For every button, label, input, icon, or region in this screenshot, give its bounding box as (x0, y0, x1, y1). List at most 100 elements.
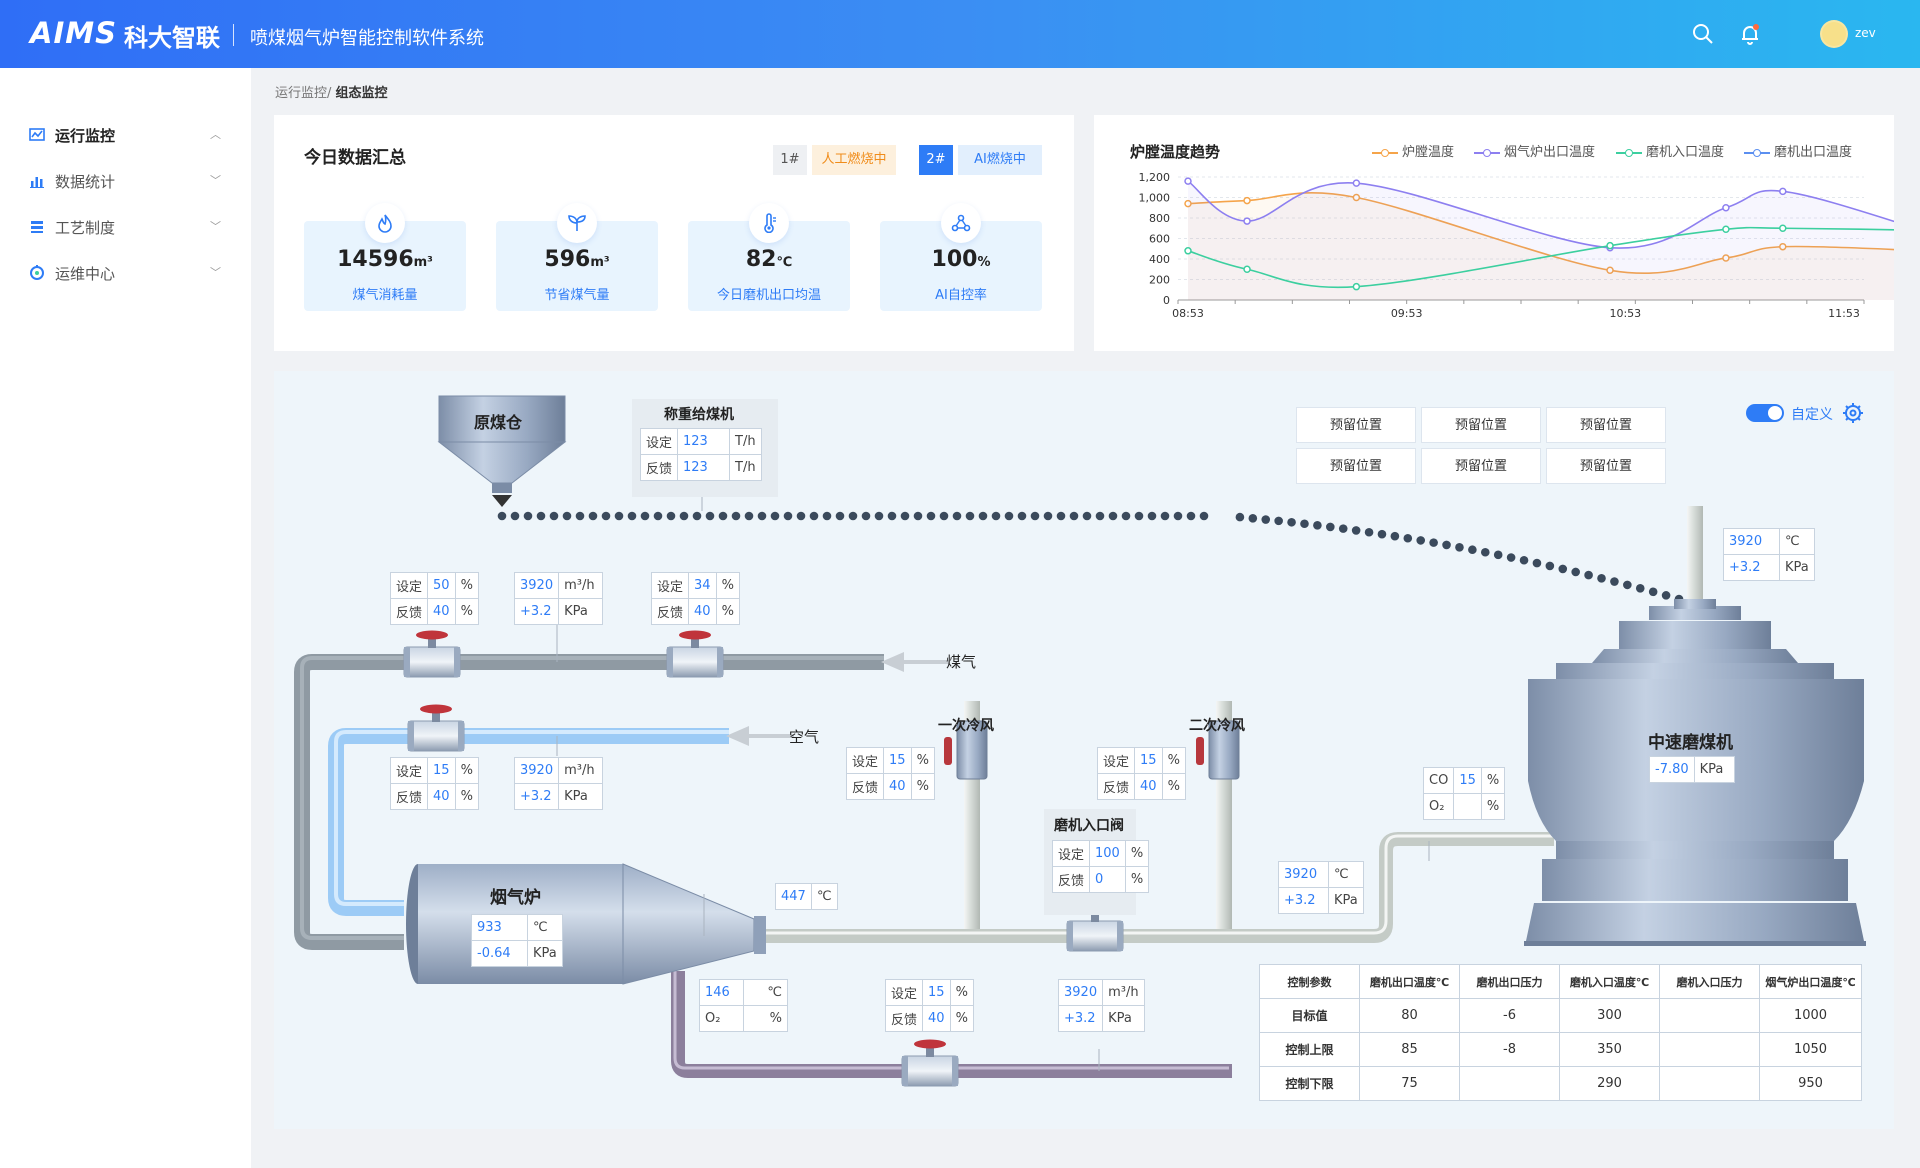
reserved-slot[interactable]: 预留位置 (1296, 407, 1416, 443)
co-value: 15 (1453, 767, 1482, 794)
data-point[interactable] (1184, 247, 1192, 255)
gas-label: 煤气 (946, 653, 977, 671)
set-label: 设定 (389, 572, 429, 599)
data-point[interactable] (1722, 204, 1730, 212)
unit: % (454, 572, 479, 599)
coal-particle (1338, 524, 1348, 533)
reserved-slot[interactable]: 预留位置 (1421, 448, 1541, 484)
raw-coal-bin-label: 原煤仓 (474, 413, 523, 432)
sidebar-item-maintenance[interactable]: 运维中心 ﹀ (0, 250, 251, 296)
reserved-slot[interactable]: 预留位置 (1421, 407, 1541, 443)
reserved-slot[interactable]: 预留位置 (1296, 448, 1416, 484)
reserved-slot[interactable]: 预留位置 (1546, 407, 1666, 443)
x-tick-label: 10:53 (1609, 307, 1641, 320)
table-cell[interactable]: 300 (1559, 998, 1660, 1033)
table-cell[interactable] (1659, 998, 1760, 1033)
furnace-2-tag[interactable]: 2# (919, 145, 953, 175)
gas-valve-2[interactable] (666, 630, 724, 678)
table-cell[interactable]: -6 (1459, 998, 1560, 1033)
furnace-1-tag[interactable]: 1# (773, 145, 807, 175)
unit: KPa (1328, 887, 1364, 914)
table-cell[interactable]: 75 (1359, 1066, 1460, 1101)
coal-particle (1364, 527, 1374, 537)
stat-value: 596 (544, 247, 591, 272)
stat-gas-saved: 596m³ 节省煤气量 (496, 203, 658, 311)
temp-value: 3920 (1723, 528, 1780, 555)
set-value[interactable]: 123 (677, 428, 731, 455)
set-value[interactable]: 100 (1089, 840, 1126, 867)
table-cell[interactable] (1459, 1066, 1560, 1101)
brand-name: 科大智联 (124, 24, 220, 52)
search-icon[interactable] (1691, 22, 1715, 46)
reserved-slot[interactable]: 预留位置 (1546, 448, 1666, 484)
coal-particle (705, 511, 715, 521)
unit: ℃ (743, 979, 788, 1006)
set-value[interactable]: 15 (1134, 747, 1163, 774)
bell-icon[interactable] (1738, 22, 1762, 46)
table-cell[interactable] (1659, 1032, 1760, 1067)
table-cell[interactable]: 950 (1759, 1066, 1862, 1101)
set-value[interactable]: 34 (688, 572, 717, 599)
coal-particle (627, 511, 637, 521)
table-cell[interactable]: 85 (1359, 1032, 1460, 1067)
data-point[interactable] (1606, 241, 1614, 250)
mill-inlet-valve-data: 设定 100% 反馈 0% (1051, 840, 1150, 893)
set-value[interactable]: 15 (922, 979, 951, 1006)
set-value[interactable]: 50 (427, 572, 456, 599)
table-cell[interactable] (1659, 1066, 1760, 1101)
furnace-1-status[interactable]: 人工燃烧中 (812, 145, 896, 175)
sidebar-item-statistics[interactable]: 数据统计 ﹀ (0, 158, 251, 204)
set-value[interactable]: 15 (883, 747, 912, 774)
table-cell[interactable]: 290 (1559, 1066, 1660, 1101)
table-cell[interactable]: 1000 (1759, 998, 1862, 1033)
data-point[interactable] (1722, 225, 1730, 234)
data-point[interactable] (1243, 265, 1251, 273)
table-cell[interactable]: 1050 (1759, 1032, 1862, 1067)
set-value[interactable]: 15 (427, 757, 456, 784)
set-label: 设定 (1051, 840, 1091, 867)
legend-item[interactable]: 磨机出口温度 (1744, 141, 1852, 160)
unit: ℃ (527, 914, 563, 941)
x-tick-label: 11:53 (1828, 307, 1860, 320)
table-cell[interactable]: 80 (1359, 998, 1460, 1033)
coal-particle (562, 511, 572, 521)
coal-particle (1287, 517, 1296, 527)
data-point[interactable] (1352, 179, 1361, 187)
data-point[interactable] (1779, 187, 1787, 196)
user-name[interactable]: zev (1855, 26, 1876, 40)
sidebar-item-process[interactable]: 工艺制度 ﹀ (0, 204, 251, 250)
coal-particle (965, 511, 975, 521)
gas-valve-1[interactable] (403, 630, 461, 678)
sidebar-item-monitor[interactable]: 运行监控 ︿ (0, 112, 251, 158)
breadcrumb: 运行监控/ 组态监控 (275, 82, 388, 101)
custom-toggle[interactable] (1746, 404, 1784, 422)
breadcrumb-parent[interactable]: 运行监控/ (275, 86, 331, 101)
legend-item[interactable]: 磨机入口温度 (1616, 141, 1724, 160)
gas-inlet-arrow (881, 651, 950, 673)
flue-gas-furnace[interactable] (406, 863, 766, 985)
sidebar-item-label: 运维中心 (55, 265, 116, 283)
avatar[interactable] (1820, 20, 1848, 48)
data-point[interactable] (1352, 282, 1361, 291)
feedback-value: 40 (427, 598, 456, 625)
furnace-2-status[interactable]: AI燃烧中 (958, 145, 1042, 175)
data-point[interactable] (1243, 217, 1251, 225)
legend-item[interactable]: 烟气炉出口温度 (1474, 141, 1595, 160)
table-cell[interactable]: 350 (1559, 1032, 1660, 1067)
data-point[interactable] (1243, 196, 1251, 205)
table-cell[interactable]: -8 (1459, 1032, 1560, 1067)
air-valve[interactable] (407, 704, 465, 752)
legend-item[interactable]: 炉膛温度 (1372, 141, 1454, 160)
press-value: +3.2 (513, 783, 560, 810)
gear-icon[interactable] (1843, 403, 1863, 423)
coal-particle (549, 511, 559, 521)
coal-particle (887, 511, 897, 521)
custom-label[interactable]: 自定义 (1791, 404, 1833, 424)
air-label: 空气 (789, 728, 820, 746)
exhaust-valve[interactable] (901, 1039, 959, 1087)
unit: ℃ (811, 883, 838, 910)
data-point[interactable] (1184, 177, 1192, 185)
data-point[interactable] (1779, 224, 1787, 232)
mill-data: -7.80 KPa (1649, 756, 1735, 783)
coal-particle (536, 511, 546, 521)
